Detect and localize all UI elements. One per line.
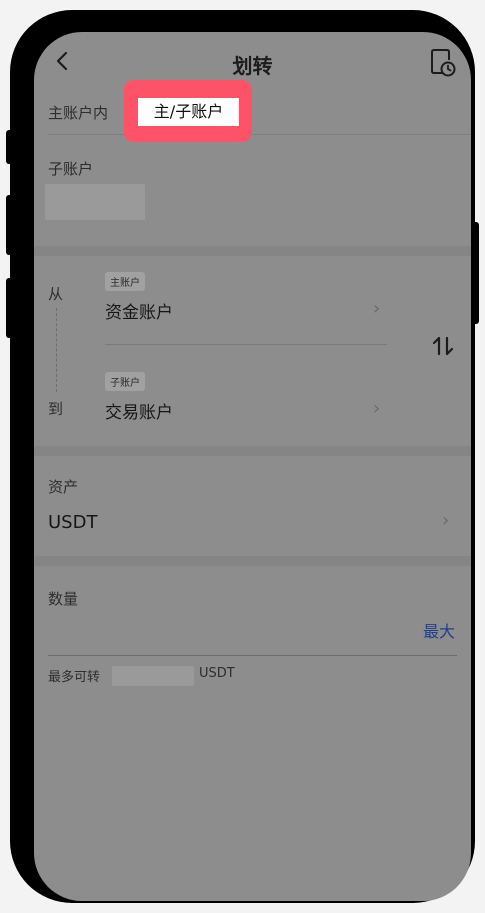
- to-account-name[interactable]: 交易账户: [105, 398, 173, 423]
- section-divider: [34, 446, 471, 456]
- swap-vertical-icon[interactable]: [430, 334, 456, 358]
- quantity-input[interactable]: [48, 622, 408, 644]
- available-amount: [112, 666, 194, 686]
- sub-account-selector[interactable]: [45, 184, 145, 220]
- available-label: 最多可转: [48, 670, 101, 685]
- quantity-label: 数量: [48, 590, 79, 608]
- from-account-name[interactable]: 资金账户: [105, 298, 173, 323]
- tab-inner-account[interactable]: 主账户内: [48, 102, 108, 123]
- screen: 划转 主账户内 子账户 从 到 主账户 资金账户 › 子账户 交易账户 › 资产: [34, 32, 471, 901]
- chevron-right-icon[interactable]: ›: [373, 298, 380, 319]
- account-divider: [105, 344, 387, 345]
- phone-frame: 划转 主账户内 子账户 从 到 主账户 资金账户 › 子账户 交易账户 › 资产: [10, 10, 475, 903]
- chevron-right-icon[interactable]: ›: [373, 398, 380, 419]
- from-label: 从: [48, 285, 64, 303]
- available-unit: USDT: [199, 666, 235, 681]
- section-divider: [34, 556, 471, 566]
- quantity-underline: [48, 655, 457, 656]
- asset-label: 资产: [48, 478, 79, 496]
- section-divider: [34, 246, 471, 256]
- to-label: 到: [48, 400, 64, 418]
- page-title: 划转: [232, 54, 273, 78]
- from-to-connector: [56, 308, 57, 392]
- sub-account-label: 子账户: [48, 160, 94, 178]
- tab-divider: [48, 134, 471, 135]
- max-button[interactable]: 最大: [423, 618, 455, 642]
- to-account-tag: 子账户: [105, 372, 145, 391]
- asset-value[interactable]: USDT: [48, 512, 97, 533]
- chevron-right-icon[interactable]: ›: [442, 510, 449, 531]
- tab-main-sub-account[interactable]: 主/子账户: [138, 98, 239, 126]
- from-account-tag: 主账户: [105, 272, 145, 291]
- clock-document-icon[interactable]: [429, 48, 457, 78]
